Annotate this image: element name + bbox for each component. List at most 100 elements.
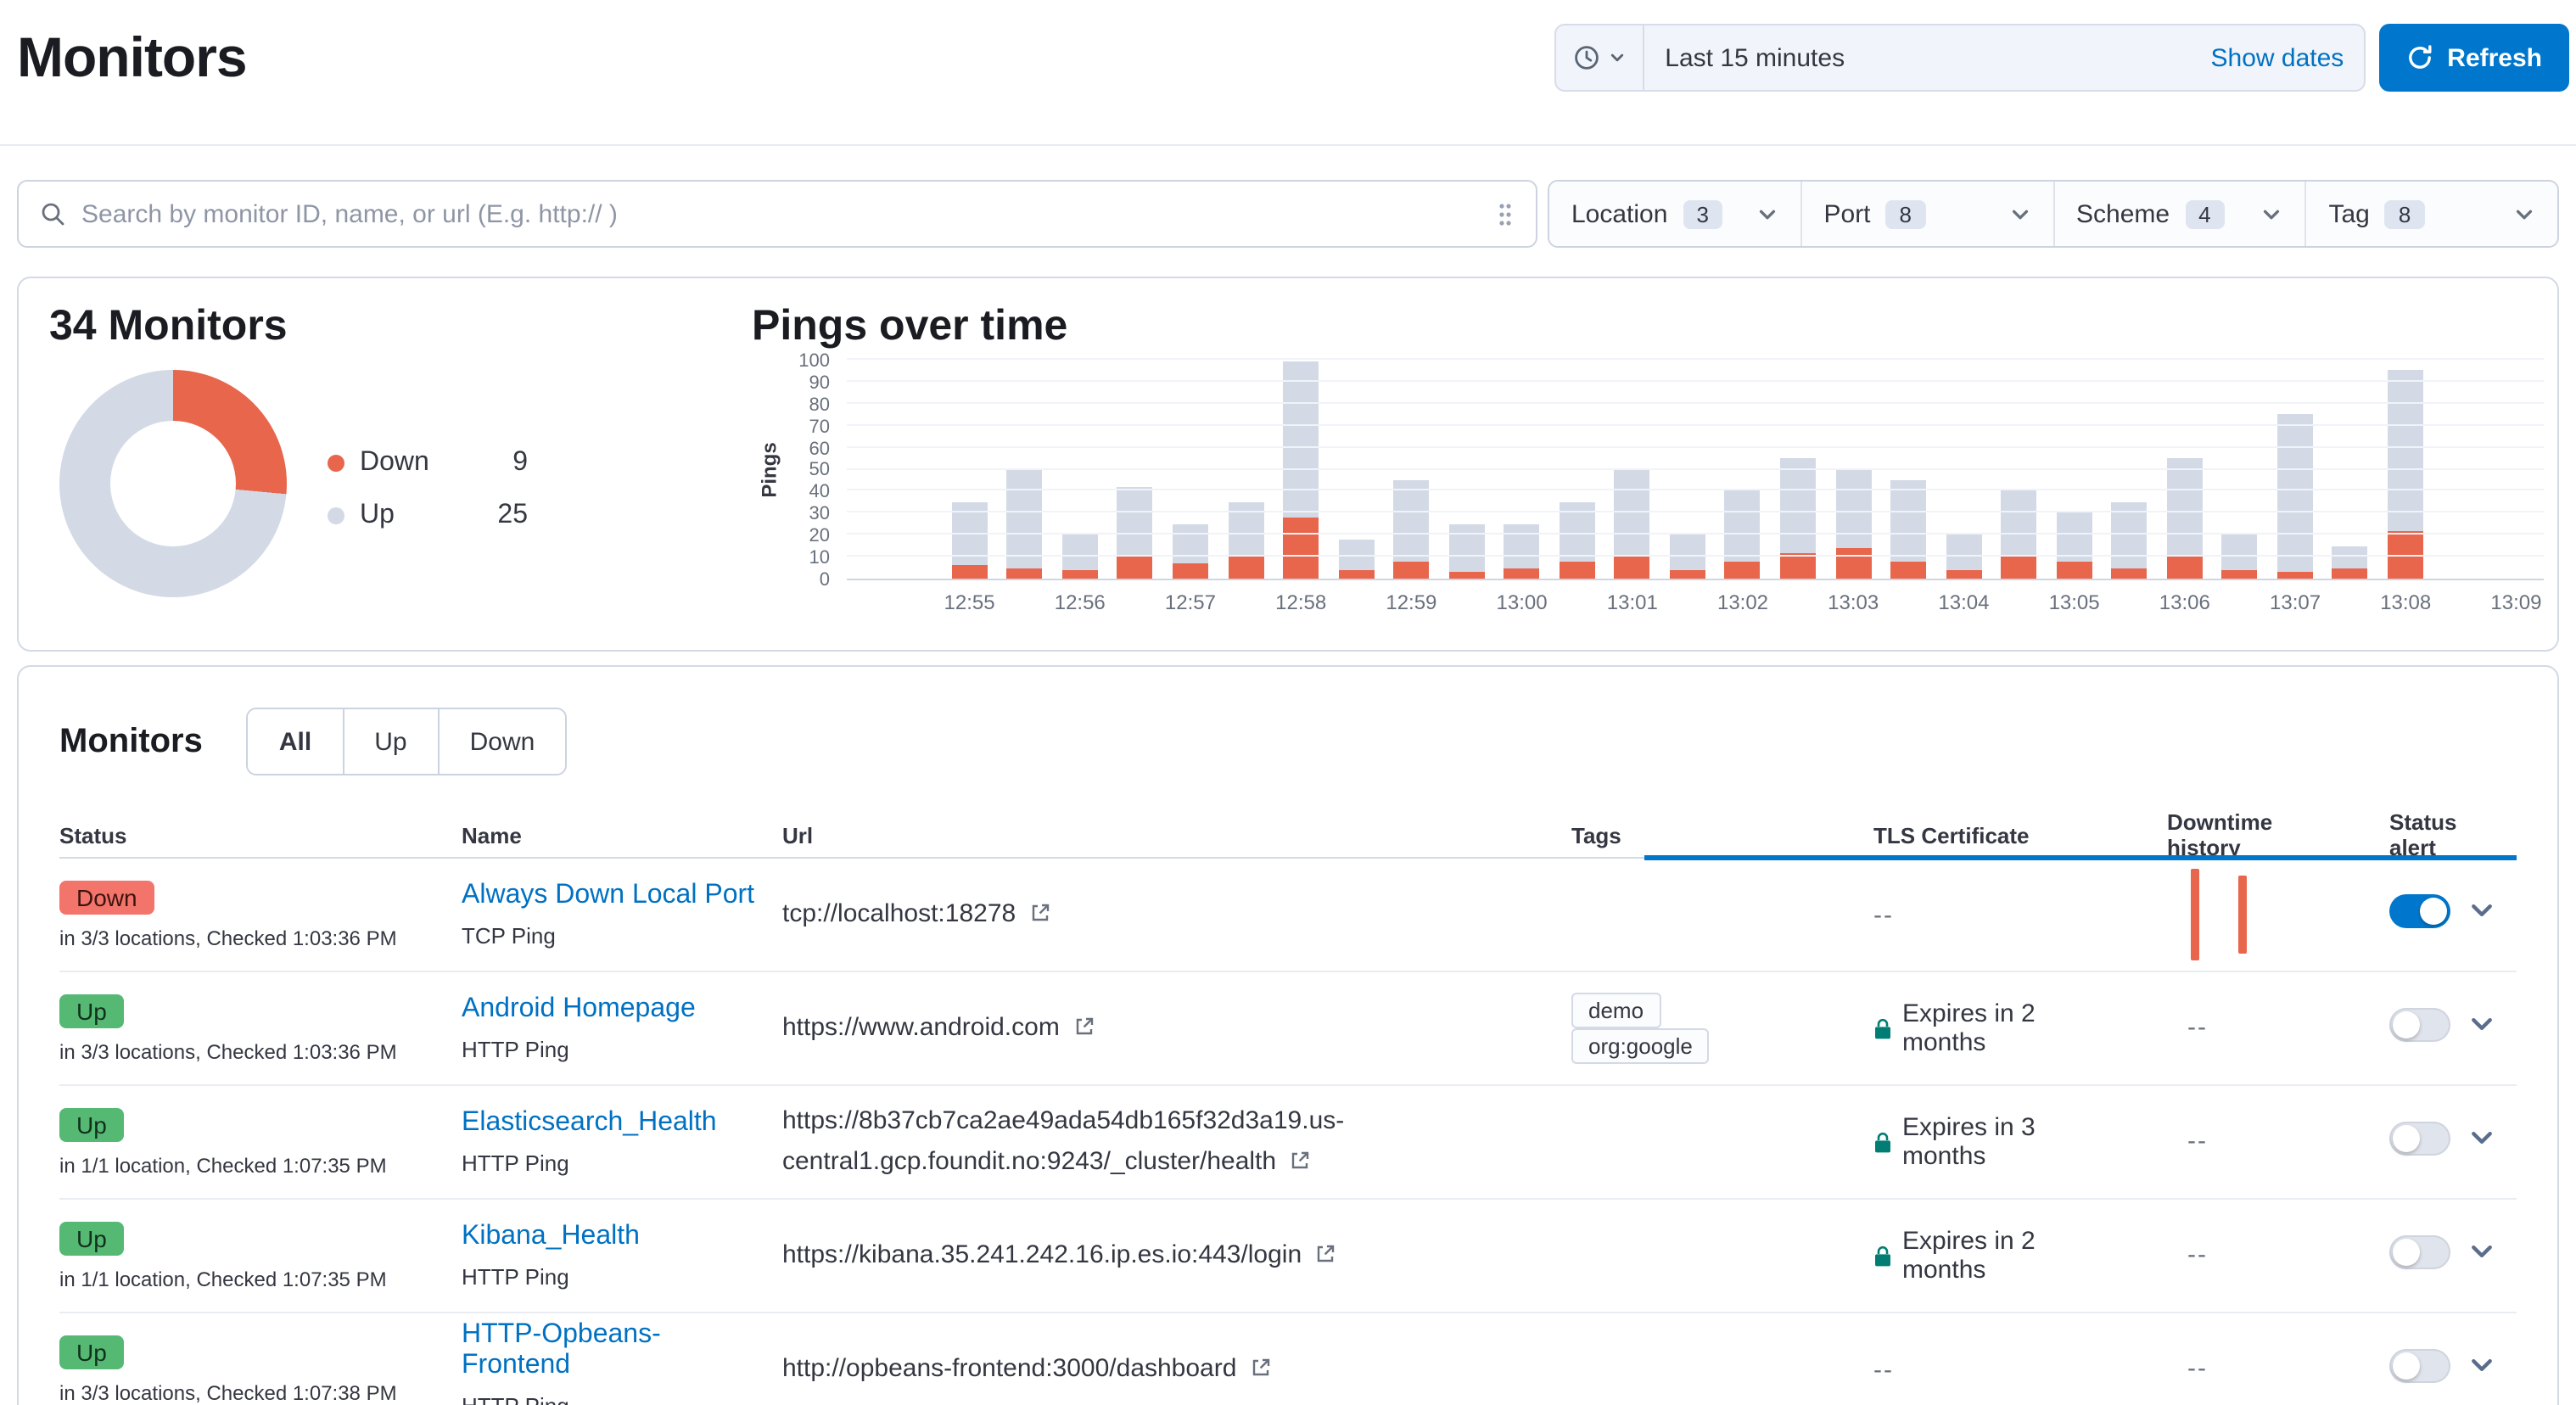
search-box[interactable] bbox=[17, 180, 1537, 248]
time-quick-select-button[interactable] bbox=[1556, 25, 1644, 90]
chevron-down-icon bbox=[2261, 203, 2283, 225]
header-toolbar: Last 15 minutes Show dates Refresh bbox=[1554, 24, 2569, 92]
expand-row-chevron-icon[interactable] bbox=[2467, 1123, 2496, 1152]
status-alert-toggle[interactable] bbox=[2389, 1007, 2450, 1041]
up-pings-bar bbox=[1890, 480, 1926, 561]
tab-down[interactable]: Down bbox=[438, 709, 566, 774]
grid-dots-icon[interactable] bbox=[1495, 199, 1515, 228]
tags-cell: demoorg:google bbox=[1534, 993, 1829, 1064]
down-pings-bar bbox=[1670, 570, 1705, 579]
filter-label: Port bbox=[1824, 199, 1871, 228]
monitor-name-link[interactable]: HTTP-Opbeans-Frontend bbox=[462, 1320, 661, 1380]
filter-count-badge: 4 bbox=[2185, 199, 2224, 228]
down-pings-bar bbox=[1007, 568, 1043, 579]
expand-cell bbox=[2467, 896, 2520, 933]
monitor-url-link[interactable]: https://www.android.com bbox=[782, 1012, 1094, 1041]
down-pings-bar bbox=[2001, 557, 2036, 579]
down-pings-bar bbox=[1228, 557, 1263, 579]
up-pings-bar bbox=[2388, 371, 2423, 530]
bars-area bbox=[942, 361, 2544, 579]
ping-bar-slot bbox=[1274, 361, 1329, 579]
refresh-button[interactable]: Refresh bbox=[2379, 24, 2569, 92]
filter-port-button[interactable]: Port8 bbox=[1800, 182, 2053, 246]
pings-chart-title: Pings over time bbox=[752, 302, 1067, 351]
monitor-url-link[interactable]: tcp://localhost:18278 bbox=[782, 898, 1050, 927]
status-alert-toggle[interactable] bbox=[2389, 1348, 2450, 1382]
external-link-icon bbox=[1316, 1236, 1336, 1277]
monitor-url-link[interactable]: http://opbeans-frontend:3000/dashboard bbox=[782, 1353, 1271, 1382]
monitor-name-link[interactable]: Elasticsearch_Health bbox=[462, 1108, 717, 1137]
legend-value: 25 bbox=[497, 501, 528, 531]
monitor-name-link[interactable]: Always Down Local Port bbox=[462, 881, 754, 910]
monitor-url-link[interactable]: https://8b37cb7ca2ae49ada54db165f32d3a19… bbox=[782, 1106, 1344, 1175]
url-cell: https://www.android.com bbox=[782, 1007, 1534, 1050]
tab-label: Down bbox=[470, 727, 535, 756]
monitor-url-link[interactable]: https://kibana.35.241.242.16.ip.es.io:44… bbox=[782, 1240, 1336, 1268]
expand-row-chevron-icon[interactable] bbox=[2467, 896, 2496, 925]
up-pings-bar bbox=[1670, 535, 1705, 569]
down-pings-bar bbox=[1173, 563, 1208, 579]
status-badge: Down bbox=[59, 880, 154, 914]
tag-badge: org:google bbox=[1571, 1028, 1710, 1064]
lock-icon bbox=[1873, 1245, 1892, 1267]
expand-row-chevron-icon[interactable] bbox=[2467, 1237, 2496, 1266]
table-row: Downin 3/3 locations, Checked 1:03:36 PM… bbox=[59, 859, 2517, 972]
ping-bar-slot bbox=[942, 361, 997, 579]
tab-all[interactable]: All bbox=[249, 709, 342, 774]
ping-bar-slot bbox=[2377, 361, 2433, 579]
monitors-table: StatusNameUrlTagsTLS CertificateDowntime… bbox=[59, 809, 2517, 1405]
down-pings-bar bbox=[1504, 568, 1539, 579]
status-filter-tabs: AllUp Down bbox=[247, 708, 567, 775]
monitors-count-title: 34 Monitors bbox=[49, 302, 288, 351]
filter-scheme-button[interactable]: Scheme4 bbox=[2052, 182, 2305, 246]
gridline bbox=[847, 380, 2544, 382]
column-header-tls-certificate: TLS Certificate bbox=[1829, 822, 2116, 848]
status-cell: Downin 3/3 locations, Checked 1:03:36 PM bbox=[59, 880, 462, 949]
status-alert-toggle[interactable] bbox=[2389, 893, 2450, 927]
y-tick-label: 50 bbox=[809, 461, 831, 481]
show-dates-button[interactable]: Show dates bbox=[2191, 25, 2365, 90]
filter-location-button[interactable]: Location3 bbox=[1549, 182, 1800, 246]
filter-count-badge: 8 bbox=[2385, 199, 2424, 228]
overview-panel: 34 Monitors Down9Up25 Pings over time Pi… bbox=[17, 277, 2559, 652]
table-row: Upin 3/3 locations, Checked 1:07:38 PMHT… bbox=[59, 1313, 2517, 1405]
monitor-name-link[interactable]: Kibana_Health bbox=[462, 1222, 640, 1251]
ping-bar-slot bbox=[1439, 361, 1494, 579]
downtime-empty: -- bbox=[2187, 1013, 2208, 1042]
status-detail: in 3/3 locations, Checked 1:07:38 PM bbox=[59, 1380, 441, 1404]
downtime-empty: -- bbox=[2187, 1127, 2208, 1156]
down-pings-bar bbox=[1835, 548, 1871, 579]
status-cell: Upin 1/1 location, Checked 1:07:35 PM bbox=[59, 1107, 462, 1177]
refresh-icon bbox=[2406, 44, 2433, 71]
gridline bbox=[847, 512, 2544, 513]
down-pings-bar bbox=[1560, 561, 1595, 579]
chevron-down-icon bbox=[1756, 203, 1778, 225]
status-detail: in 3/3 locations, Checked 1:03:36 PM bbox=[59, 1039, 441, 1063]
expand-row-chevron-icon[interactable] bbox=[2467, 1010, 2496, 1038]
filter-tag-button[interactable]: Tag8 bbox=[2305, 182, 2558, 246]
time-range-value[interactable]: Last 15 minutes bbox=[1644, 25, 2190, 90]
uptime-monitors-page: Monitors Last 15 minutes Show dates bbox=[0, 0, 2576, 1405]
monitor-name-link[interactable]: Android Homepage bbox=[462, 994, 696, 1023]
status-cell: Upin 1/1 location, Checked 1:07:35 PM bbox=[59, 1221, 462, 1290]
tab-up[interactable]: Up bbox=[342, 709, 437, 774]
down-pings-bar bbox=[2112, 568, 2148, 579]
up-pings-bar bbox=[1117, 487, 1153, 557]
status-alert-cell bbox=[2332, 1007, 2467, 1050]
status-alert-toggle[interactable] bbox=[2389, 1234, 2450, 1268]
expand-row-chevron-icon[interactable] bbox=[2467, 1351, 2496, 1380]
x-tick-label: 13:04 bbox=[1938, 591, 1989, 614]
ping-bar-slot bbox=[2489, 361, 2544, 579]
url-cell: https://8b37cb7ca2ae49ada54db165f32d3a19… bbox=[782, 1100, 1534, 1184]
tls-cell: -- bbox=[1829, 900, 2116, 929]
column-header-status: Status bbox=[59, 822, 462, 848]
status-cell: Upin 3/3 locations, Checked 1:03:36 PM bbox=[59, 994, 462, 1063]
x-tick-label: 13:06 bbox=[2159, 591, 2210, 614]
down-pings-bar bbox=[2167, 557, 2203, 579]
tls-status-text: -- bbox=[1873, 900, 1894, 929]
status-alert-cell bbox=[2332, 1234, 2467, 1277]
status-alert-toggle[interactable] bbox=[2389, 1121, 2450, 1155]
search-input[interactable] bbox=[81, 199, 1480, 228]
x-tick-label: 12:59 bbox=[1386, 591, 1436, 614]
up-pings-bar bbox=[1062, 535, 1098, 569]
